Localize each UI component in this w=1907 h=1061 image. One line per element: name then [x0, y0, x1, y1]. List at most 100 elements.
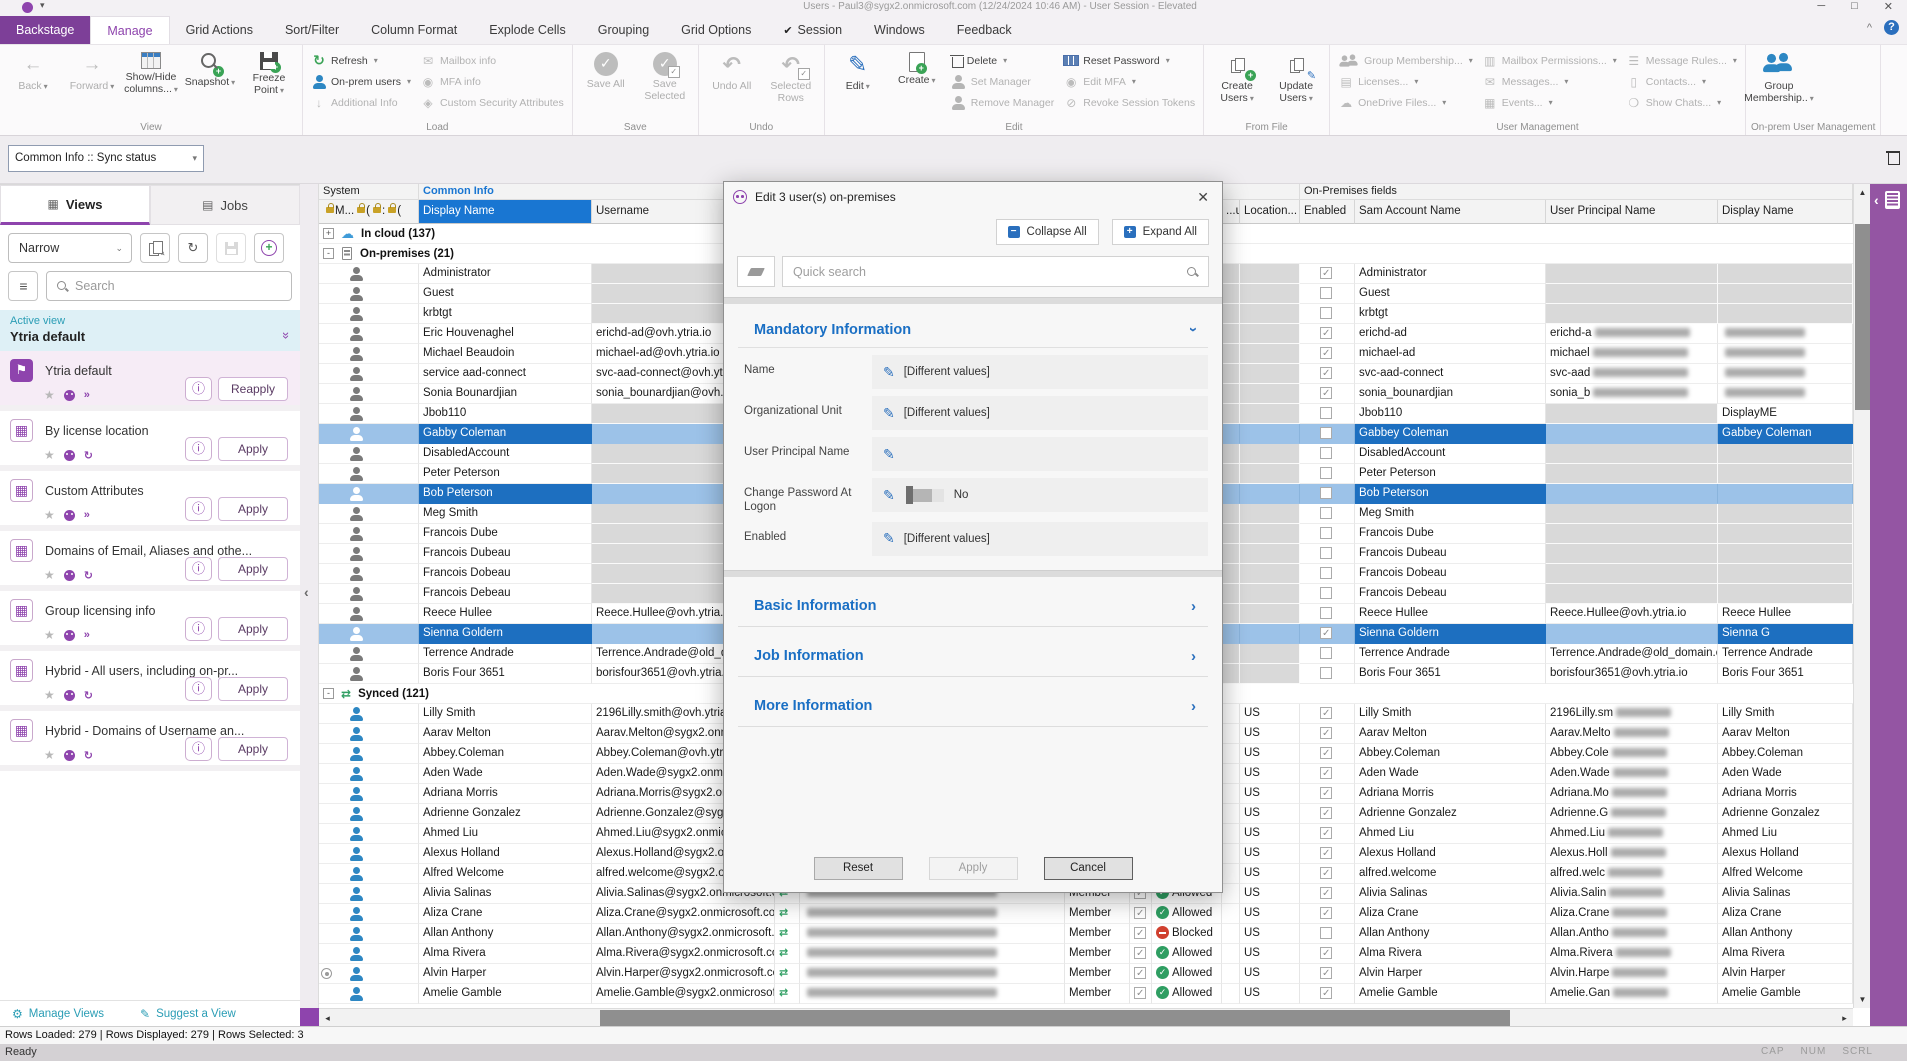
cell-system[interactable]	[319, 764, 419, 784]
cell-sam-account-name[interactable]: alfred.welcome	[1355, 864, 1546, 884]
cell-enabled[interactable]	[1300, 504, 1355, 524]
cell-status[interactable]	[1222, 324, 1240, 344]
cell-display-name[interactable]: Francois Dube	[419, 524, 592, 544]
update-users-button[interactable]: ✎Update Users▾	[1268, 47, 1324, 105]
user-row-aliza-crane[interactable]: Aliza CraneAliza.Crane@sygx2.onmicrosoft…	[319, 904, 1853, 924]
cell-sam-account-name[interactable]: Guest	[1355, 284, 1546, 304]
cell-user-principal-name[interactable]: Abbey.Cole	[1546, 744, 1718, 764]
cell-onprem-display-name[interactable]: Lilly Smith	[1718, 704, 1853, 724]
section-more-information[interactable]: More Information›	[738, 688, 1208, 727]
cell-enabled[interactable]	[1300, 544, 1355, 564]
cell-email[interactable]	[800, 924, 1065, 944]
cell-status[interactable]	[1222, 924, 1240, 944]
cell-sam-account-name[interactable]: Bob Peterson	[1355, 484, 1546, 504]
cell-user-principal-name[interactable]: erichd-a	[1546, 324, 1718, 344]
cell-onprem-display-name[interactable]	[1718, 584, 1853, 604]
undo-all-button[interactable]: ↶Undo All	[704, 47, 760, 93]
cell-onprem-display-name[interactable]: Gabbey Coleman	[1718, 424, 1853, 444]
cell-status[interactable]	[1222, 784, 1240, 804]
cell-system[interactable]	[319, 504, 419, 524]
cell-enabled[interactable]	[1300, 384, 1355, 404]
field-change-password-at-logon[interactable]: ✎No	[872, 478, 1208, 512]
column-header-display_name[interactable]: Display Name	[419, 200, 592, 224]
cell-onprem-display-name[interactable]: Alvin Harper	[1718, 964, 1853, 984]
cell-location[interactable]: US	[1240, 964, 1300, 984]
cell-onprem-display-name[interactable]: Alexus Holland	[1718, 844, 1853, 864]
snapshot-button[interactable]: +Snapshot▾	[182, 47, 238, 89]
cell-location[interactable]	[1240, 424, 1300, 444]
cell-location[interactable]	[1240, 504, 1300, 524]
cell-access[interactable]: Allowed	[1152, 984, 1222, 1004]
cell-enabled[interactable]	[1300, 584, 1355, 604]
cell-user-principal-name[interactable]: Alma.Rivera	[1546, 944, 1718, 964]
user-row-amelie-gamble[interactable]: Amelie GambleAmelie.Gamble@sygx2.onmicro…	[319, 984, 1853, 1004]
cell-system[interactable]	[319, 744, 419, 764]
view-width-selector[interactable]: Narrow⌄	[8, 233, 132, 263]
cell-location[interactable]	[1240, 604, 1300, 624]
cell-location[interactable]	[1240, 484, 1300, 504]
cell-user-principal-name[interactable]: borisfour3651@ovh.ytria.io	[1546, 664, 1718, 684]
cell-display-name[interactable]: Abbey.Coleman	[419, 744, 592, 764]
cell-status[interactable]	[1222, 984, 1240, 1004]
cell-display-name[interactable]: Terrence Andrade	[419, 644, 592, 664]
cell-display-name[interactable]: Bob Peterson	[419, 484, 592, 504]
cell-system[interactable]	[319, 804, 419, 824]
info-button[interactable]: ⓘ	[185, 497, 212, 521]
cell-status[interactable]	[1222, 264, 1240, 284]
show-chats-button[interactable]: ❍Show Chats...▾	[1623, 93, 1740, 112]
cell-status[interactable]	[1222, 884, 1240, 904]
cell-display-name[interactable]: Sonia Bounardjian	[419, 384, 592, 404]
cell-enabled[interactable]	[1300, 564, 1355, 584]
cell-status[interactable]	[1222, 424, 1240, 444]
cell-system[interactable]	[319, 904, 419, 924]
minimize-button[interactable]: ─	[1817, 0, 1825, 13]
collapsed-side-panel[interactable]: ‹	[1870, 184, 1907, 1026]
save-selected-button[interactable]: Save Selected	[637, 47, 693, 103]
filter-views-button[interactable]: ≡	[8, 271, 38, 301]
cell-status[interactable]	[1222, 304, 1240, 324]
cell-sam-account-name[interactable]: Alivia Salinas	[1355, 884, 1546, 904]
cell-username[interactable]: Alma.Rivera@sygx2.onmicrosoft.com	[592, 944, 775, 964]
cell-user-principal-name[interactable]: Allan.Antho	[1546, 924, 1718, 944]
cell-sam-account-name[interactable]: Alma Rivera	[1355, 944, 1546, 964]
toggle-off[interactable]	[906, 489, 944, 502]
cell-display-name[interactable]: Meg Smith	[419, 504, 592, 524]
cell-sam-account-name[interactable]: DisabledAccount	[1355, 444, 1546, 464]
cell-onprem-display-name[interactable]	[1718, 384, 1853, 404]
reset-button[interactable]: Reset	[814, 857, 903, 880]
cell-enabled[interactable]	[1300, 824, 1355, 844]
cell-sam-account-name[interactable]: Jbob110	[1355, 404, 1546, 424]
maximize-button[interactable]: □	[1851, 0, 1858, 13]
cell-status[interactable]	[1222, 564, 1240, 584]
licenses-button[interactable]: ▤Licenses...▾	[1335, 72, 1476, 91]
cell-enabled[interactable]	[1300, 804, 1355, 824]
cell-location[interactable]: US	[1240, 704, 1300, 724]
cell-system[interactable]	[319, 584, 419, 604]
cell-onprem-display-name[interactable]: Alivia Salinas	[1718, 884, 1853, 904]
cell-system[interactable]	[319, 324, 419, 344]
cell-enabled[interactable]	[1300, 604, 1355, 624]
cell-sync-status[interactable]: ⇄	[775, 984, 800, 1004]
section-basic-information[interactable]: Basic Information›	[738, 588, 1208, 627]
cell-status[interactable]	[1222, 664, 1240, 684]
cell-location[interactable]	[1240, 344, 1300, 364]
cell-sync-status[interactable]: ⇄	[775, 904, 800, 924]
view-card-hybrid-all-users-including-on-pr[interactable]: ▦Hybrid - All users, including on-pr...★…	[0, 651, 300, 711]
cell-display-name[interactable]: Adrienne Gonzalez	[419, 804, 592, 824]
mailbox-info-button[interactable]: ✉Mailbox info	[417, 51, 567, 70]
cell-user-principal-name[interactable]	[1546, 584, 1718, 604]
cell-onprem-display-name[interactable]: Allan Anthony	[1718, 924, 1853, 944]
cell-onprem-display-name[interactable]: Alfred Welcome	[1718, 864, 1853, 884]
show-hide-columns-button[interactable]: Show/Hide columns...▾	[123, 47, 179, 96]
cell-enabled[interactable]	[1300, 284, 1355, 304]
cell-onprem-display-name[interactable]: Aliza Crane	[1718, 904, 1853, 924]
cell-sam-account-name[interactable]: Terrence Andrade	[1355, 644, 1546, 664]
cell-user-principal-name[interactable]: 2196Lilly.sm	[1546, 704, 1718, 724]
cell-status[interactable]	[1222, 864, 1240, 884]
cell-onprem-display-name[interactable]: Alma Rivera	[1718, 944, 1853, 964]
freeze-point-button[interactable]: +Freeze Point▾	[241, 47, 297, 97]
cell-user-principal-name[interactable]	[1546, 524, 1718, 544]
edit-button[interactable]: ✎Edit▾	[830, 47, 886, 93]
cell-signin-flag[interactable]	[1130, 964, 1152, 984]
cell-display-name[interactable]: Alfred Welcome	[419, 864, 592, 884]
